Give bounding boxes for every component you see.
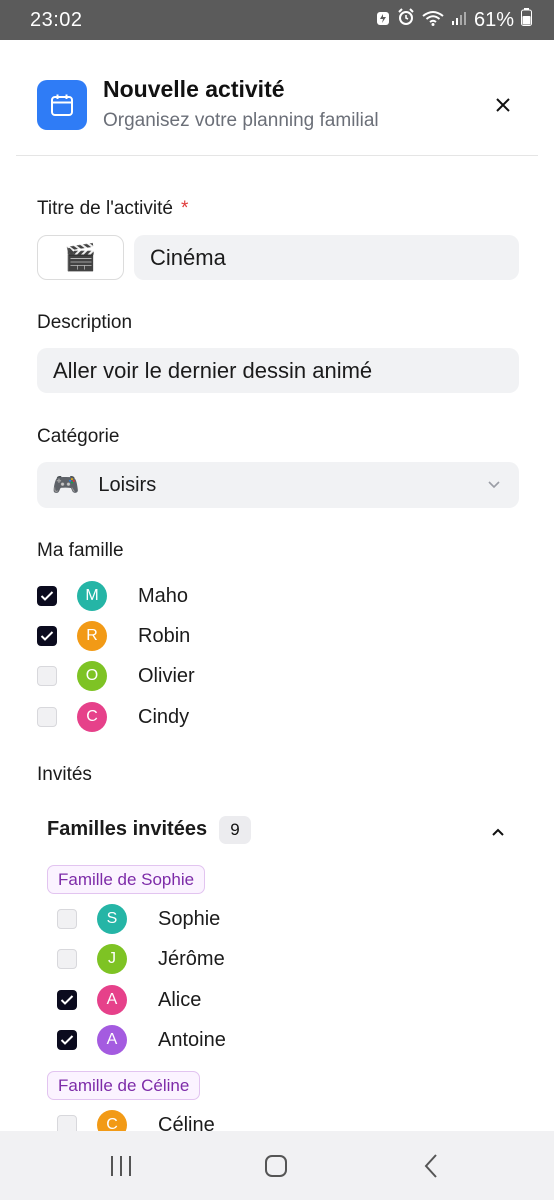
notification-icon: [376, 9, 390, 32]
emoji-picker-button[interactable]: 🎬: [37, 235, 124, 280]
check-icon: [60, 995, 74, 1005]
recent-apps-icon: [111, 1156, 131, 1176]
member-name: Antoine: [158, 1028, 226, 1051]
signal-icon: [451, 9, 467, 32]
category-select[interactable]: 🎮 Loisirs: [37, 462, 519, 508]
check-icon: [40, 591, 54, 601]
family-tag: Famille de Céline: [47, 1071, 201, 1100]
avatar: O: [77, 661, 107, 691]
dialog-header: Nouvelle activité Organisez votre planni…: [16, 40, 538, 156]
back-icon: [424, 1154, 437, 1178]
chevron-up-icon: [491, 824, 505, 842]
member-name: Maho: [138, 584, 189, 607]
chevron-down-icon: [487, 477, 501, 495]
checkbox-checked[interactable]: [57, 1030, 77, 1050]
family-member-row[interactable]: M Maho: [37, 580, 188, 612]
clapperboard-icon: 🎬: [64, 242, 97, 272]
checkbox-unchecked[interactable]: [57, 909, 77, 929]
title-label: Titre de l'activité *: [37, 198, 189, 219]
close-icon: [496, 98, 510, 112]
calendar-icon: [37, 80, 87, 130]
description-label: Description: [37, 312, 133, 333]
guest-count-badge: 9: [219, 816, 251, 844]
guest-families-title: Familles invitées: [47, 818, 208, 840]
description-input[interactable]: Aller voir le dernier dessin animé: [37, 348, 519, 393]
home-button[interactable]: [261, 1153, 291, 1179]
required-mark: *: [180, 198, 189, 219]
guest-member-row[interactable]: S Sophie: [57, 903, 220, 935]
status-bar: 23:02 61%: [0, 0, 554, 40]
check-icon: [40, 631, 54, 641]
gamepad-icon: 🎮: [52, 472, 80, 497]
checkbox-checked[interactable]: [57, 990, 77, 1010]
guest-member-row[interactable]: A Alice: [57, 984, 201, 1016]
avatar: R: [77, 621, 107, 651]
member-name: Olivier: [138, 664, 195, 687]
avatar: A: [97, 1025, 127, 1055]
family-member-row[interactable]: C Cindy: [37, 701, 189, 733]
guest-families-toggle[interactable]: Familles invitées 9: [47, 815, 517, 845]
dialog-title: Nouvelle activité: [103, 76, 285, 102]
category-value: Loisirs: [98, 473, 157, 496]
category-label: Catégorie: [37, 426, 120, 447]
check-icon: [60, 1035, 74, 1045]
avatar: M: [77, 581, 107, 611]
title-value: Cinéma: [150, 244, 226, 270]
family-label: Ma famille: [37, 540, 124, 561]
battery-icon: [521, 8, 532, 32]
checkbox-unchecked[interactable]: [57, 949, 77, 969]
family-member-row[interactable]: R Robin: [37, 620, 190, 652]
member-name: Jérôme: [158, 947, 225, 970]
checkbox-unchecked[interactable]: [37, 707, 57, 727]
checkbox-checked[interactable]: [37, 626, 57, 646]
family-member-row[interactable]: O Olivier: [37, 660, 195, 692]
dialog-subtitle: Organisez votre planning familial: [103, 110, 379, 131]
title-input[interactable]: Cinéma: [134, 235, 519, 280]
description-value: Aller voir le dernier dessin animé: [53, 357, 373, 383]
avatar: C: [77, 702, 107, 732]
back-button[interactable]: [416, 1153, 446, 1179]
system-nav-bar: [0, 1131, 554, 1200]
status-time: 23:02: [30, 8, 83, 31]
avatar: A: [97, 985, 127, 1015]
member-name: Alice: [158, 988, 202, 1011]
member-name: Sophie: [158, 907, 221, 930]
guest-member-row[interactable]: J Jérôme: [57, 943, 225, 975]
recent-apps-button[interactable]: [106, 1153, 136, 1179]
member-name: Cindy: [138, 705, 190, 728]
battery-percent: 61%: [473, 8, 514, 31]
status-icons: 61%: [376, 8, 532, 32]
wifi-icon: [422, 9, 444, 32]
checkbox-checked[interactable]: [37, 586, 57, 606]
guests-label: Invités: [37, 764, 92, 785]
avatar: J: [97, 944, 127, 974]
close-button[interactable]: [490, 92, 516, 118]
avatar: S: [97, 904, 127, 934]
checkbox-unchecked[interactable]: [37, 666, 57, 686]
member-name: Robin: [138, 624, 191, 647]
alarm-icon: [397, 8, 415, 32]
family-tag: Famille de Sophie: [47, 865, 206, 894]
home-icon: [265, 1155, 287, 1177]
guest-member-row[interactable]: A Antoine: [57, 1024, 226, 1056]
